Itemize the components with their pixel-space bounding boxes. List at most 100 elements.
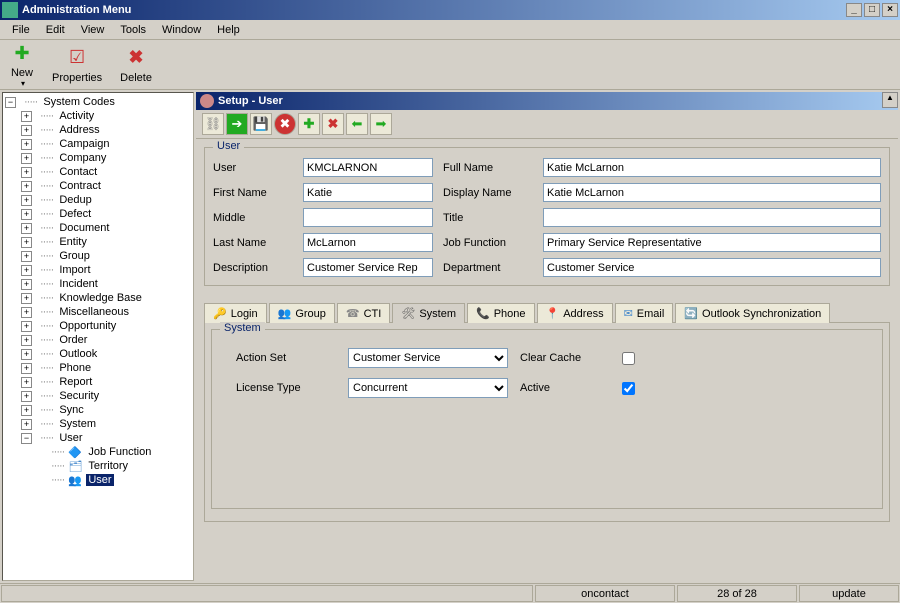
expand-icon[interactable]: + xyxy=(21,391,32,402)
tab-phone[interactable]: 📞Phone xyxy=(467,303,535,323)
tree-item-entity[interactable]: +·····Entity xyxy=(21,235,191,249)
lastname-field[interactable] xyxy=(303,233,433,252)
expand-icon[interactable]: + xyxy=(21,419,32,430)
link-button[interactable]: ⛓ xyxy=(202,113,224,135)
expand-icon[interactable]: + xyxy=(21,181,32,192)
tree-item-opportunity[interactable]: +·····Opportunity xyxy=(21,319,191,333)
tree-item-document[interactable]: +·····Document xyxy=(21,221,191,235)
setup-icon xyxy=(200,94,214,108)
collapse-icon[interactable]: − xyxy=(21,433,32,444)
cancel-button[interactable]: ✖ xyxy=(274,113,296,135)
displayname-field[interactable] xyxy=(543,183,881,202)
menu-edit[interactable]: Edit xyxy=(38,22,73,38)
jobfunction-field[interactable] xyxy=(543,233,881,252)
tree-item-user[interactable]: ·····👥User xyxy=(37,473,191,487)
description-field[interactable] xyxy=(303,258,433,277)
remove-button[interactable]: ✖ xyxy=(322,113,344,135)
expand-icon[interactable]: + xyxy=(21,237,32,248)
middle-field[interactable] xyxy=(303,208,433,227)
tree-item-security[interactable]: +·····Security xyxy=(21,389,191,403)
tree-item-report[interactable]: +·····Report xyxy=(21,375,191,389)
user-field[interactable] xyxy=(303,158,433,177)
expand-icon[interactable]: + xyxy=(21,125,32,136)
tab-email[interactable]: ✉Email xyxy=(615,303,674,323)
tab-group[interactable]: 👥Group xyxy=(269,303,335,323)
close-button[interactable]: × xyxy=(882,3,898,17)
prev-button[interactable]: ⬅ xyxy=(346,113,368,135)
expand-icon[interactable]: + xyxy=(21,335,32,346)
tab-outlook[interactable]: 🔄Outlook Synchronization xyxy=(675,303,830,323)
save-button[interactable]: 💾 xyxy=(250,113,272,135)
menu-view[interactable]: View xyxy=(73,22,113,38)
scroll-up-button[interactable]: ▲ xyxy=(882,92,898,108)
expand-icon[interactable]: + xyxy=(21,167,32,178)
expand-icon[interactable]: + xyxy=(21,293,32,304)
clearcache-checkbox[interactable] xyxy=(622,352,635,365)
go-button[interactable]: ➔ xyxy=(226,113,248,135)
actionset-label: Action Set xyxy=(236,352,336,364)
tree-item-campaign[interactable]: +·····Campaign xyxy=(21,137,191,151)
tree-item-order[interactable]: +·····Order xyxy=(21,333,191,347)
expand-icon[interactable]: + xyxy=(21,363,32,374)
department-field[interactable] xyxy=(543,258,881,277)
tab-address[interactable]: 📍Address xyxy=(537,303,613,323)
active-checkbox[interactable] xyxy=(622,382,635,395)
expand-icon[interactable]: + xyxy=(21,405,32,416)
expand-icon[interactable]: + xyxy=(21,139,32,150)
tree-item-outlook[interactable]: +·····Outlook xyxy=(21,347,191,361)
folder-icon: 🗂 xyxy=(68,460,82,472)
tree-item-territory[interactable]: ·····🗂Territory xyxy=(37,459,191,473)
title-field[interactable] xyxy=(543,208,881,227)
firstname-field[interactable] xyxy=(303,183,433,202)
expand-icon[interactable]: + xyxy=(21,321,32,332)
next-button[interactable]: ➡ xyxy=(370,113,392,135)
expand-icon[interactable]: + xyxy=(21,377,32,388)
menu-help[interactable]: Help xyxy=(209,22,248,38)
tab-login[interactable]: 🔑Login xyxy=(204,303,267,323)
collapse-icon[interactable]: − xyxy=(5,97,16,108)
tab-system[interactable]: 🛠System xyxy=(392,303,465,323)
tree-item-system[interactable]: +·····System xyxy=(21,417,191,431)
tree-item-job-function[interactable]: ·····🔷Job Function xyxy=(37,445,191,459)
tree-item-group[interactable]: +·····Group xyxy=(21,249,191,263)
tree-item-dedup[interactable]: +·····Dedup xyxy=(21,193,191,207)
properties-button[interactable]: ☑ Properties xyxy=(46,44,108,86)
licensetype-select[interactable]: Concurrent xyxy=(348,378,508,398)
add-button[interactable]: ✚ xyxy=(298,113,320,135)
tree-item-phone[interactable]: +·····Phone xyxy=(21,361,191,375)
fullname-field[interactable] xyxy=(543,158,881,177)
tree-item-knowledge-base[interactable]: +·····Knowledge Base xyxy=(21,291,191,305)
delete-button[interactable]: ✖ Delete xyxy=(114,44,158,86)
tree-item-address[interactable]: +·····Address xyxy=(21,123,191,137)
menu-file[interactable]: File xyxy=(4,22,38,38)
expand-icon[interactable]: + xyxy=(21,195,32,206)
tree-item-activity[interactable]: +·····Activity xyxy=(21,109,191,123)
expand-icon[interactable]: + xyxy=(21,265,32,276)
tab-cti[interactable]: ☎CTI xyxy=(337,303,390,323)
tree-item-sync[interactable]: +·····Sync xyxy=(21,403,191,417)
tree-item-miscellaneous[interactable]: +·····Miscellaneous xyxy=(21,305,191,319)
expand-icon[interactable]: + xyxy=(21,111,32,122)
expand-icon[interactable]: + xyxy=(21,223,32,234)
tree-item-user[interactable]: −·····User xyxy=(21,431,191,445)
menu-tools[interactable]: Tools xyxy=(112,22,154,38)
tree-item-contract[interactable]: +·····Contract xyxy=(21,179,191,193)
menu-window[interactable]: Window xyxy=(154,22,209,38)
expand-icon[interactable]: + xyxy=(21,251,32,262)
expand-icon[interactable]: + xyxy=(21,279,32,290)
tree-item-defect[interactable]: +·····Defect xyxy=(21,207,191,221)
tree-item-company[interactable]: +·····Company xyxy=(21,151,191,165)
expand-icon[interactable]: + xyxy=(21,307,32,318)
tree-item-contact[interactable]: +·····Contact xyxy=(21,165,191,179)
maximize-button[interactable]: □ xyxy=(864,3,880,17)
expand-icon[interactable]: + xyxy=(21,349,32,360)
tree-item-incident[interactable]: +·····Incident xyxy=(21,277,191,291)
expand-icon[interactable]: + xyxy=(21,153,32,164)
tree-root[interactable]: − ····· System Codes xyxy=(5,95,191,109)
tree-item-import[interactable]: +·····Import xyxy=(21,263,191,277)
actionset-select[interactable]: Customer Service xyxy=(348,348,508,368)
expand-icon[interactable]: + xyxy=(21,209,32,220)
tree-panel[interactable]: − ····· System Codes +·····Activity+····… xyxy=(2,92,194,581)
new-button[interactable]: ✚ New ▾ xyxy=(4,39,40,90)
minimize-button[interactable]: _ xyxy=(846,3,862,17)
